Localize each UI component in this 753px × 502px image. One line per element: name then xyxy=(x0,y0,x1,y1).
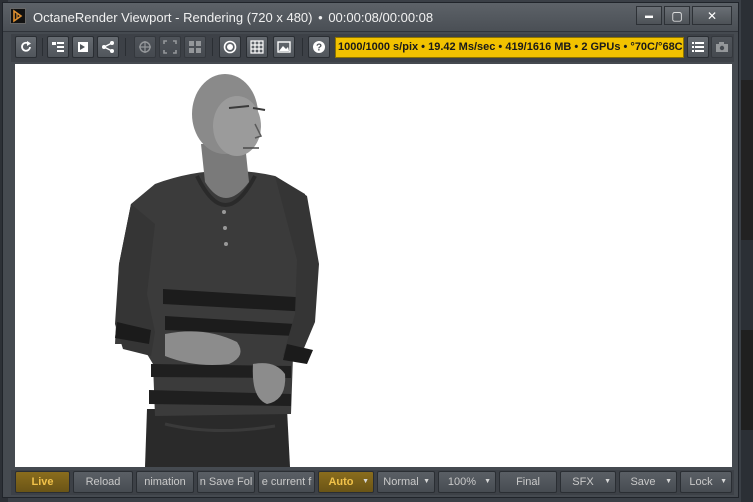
refresh-icon xyxy=(21,41,31,52)
toolbar-separator xyxy=(42,38,43,56)
help-button[interactable]: ? xyxy=(308,36,330,58)
region-button[interactable] xyxy=(159,36,181,58)
svg-text:?: ? xyxy=(316,43,322,54)
image-button[interactable] xyxy=(273,36,295,58)
zoom-dropdown[interactable]: 100% ▼ xyxy=(438,471,496,493)
render-viewport[interactable] xyxy=(15,64,732,467)
save-dropdown[interactable]: Save ▼ xyxy=(619,471,677,493)
final-button[interactable]: Final xyxy=(499,471,557,493)
chevron-down-icon: ▼ xyxy=(720,478,727,485)
outline-button[interactable] xyxy=(47,36,69,58)
render-time: 00:00:08/00:00:08 xyxy=(328,10,434,25)
normal-dropdown[interactable]: Normal ▼ xyxy=(377,471,435,493)
chevron-down-icon: ▼ xyxy=(604,478,611,485)
toolbar-separator xyxy=(125,38,126,56)
background-panel-right xyxy=(741,0,753,502)
live-button[interactable]: Live xyxy=(15,471,70,493)
grid-view-icon xyxy=(189,41,201,53)
focus-picker-button[interactable] xyxy=(134,36,156,58)
region-icon xyxy=(163,40,177,54)
render-resolution: (720 x 480) xyxy=(246,10,313,25)
list-icon xyxy=(692,42,704,52)
record-button[interactable] xyxy=(219,36,241,58)
octane-logo-icon xyxy=(10,8,26,24)
app-name: OctaneRender Viewport xyxy=(33,10,172,25)
save-folder-button[interactable]: n Save Fol xyxy=(197,471,255,493)
rendered-figure-image xyxy=(115,74,319,467)
viewport-bottom-bar: Live Reload nimation n Save Fol e curren… xyxy=(11,470,734,495)
title-bullet: • xyxy=(318,10,323,25)
octane-viewport-window: OctaneRender Viewport - Rendering (720 x… xyxy=(2,2,739,498)
share-icon xyxy=(102,41,114,53)
record-icon xyxy=(223,40,237,54)
viewport-toolbar: ? 1000/1000 s/pix • 19.42 Ms/sec • 419/1… xyxy=(11,34,734,62)
camera-icon xyxy=(716,42,728,52)
toolbar-separator xyxy=(302,38,303,56)
minimize-button[interactable]: ▬ xyxy=(636,6,662,25)
grid-view-button[interactable] xyxy=(184,36,206,58)
auto-dropdown[interactable]: Auto ▼ xyxy=(318,471,374,493)
refresh-button[interactable] xyxy=(15,36,37,58)
grid-button[interactable] xyxy=(246,36,268,58)
title-bar[interactable]: OctaneRender Viewport - Rendering (720 x… xyxy=(3,3,738,32)
chevron-down-icon: ▼ xyxy=(423,478,430,485)
close-icon: ✕ xyxy=(706,8,718,23)
save-dropdown-label: Save xyxy=(630,476,656,488)
toolbar-separator xyxy=(212,38,213,56)
normal-dropdown-label: Normal xyxy=(383,476,419,488)
minimize-icon: ▬ xyxy=(645,10,653,20)
outline-icon xyxy=(52,42,64,52)
pick-button[interactable] xyxy=(72,36,94,58)
current-frame-button[interactable]: e current f xyxy=(258,471,315,493)
lock-dropdown-label: Lock xyxy=(689,476,713,488)
chevron-down-icon: ▼ xyxy=(665,478,672,485)
lock-dropdown[interactable]: Lock ▼ xyxy=(680,471,732,493)
camera-button[interactable] xyxy=(711,36,733,58)
background-thumbnail xyxy=(741,80,753,240)
grid-icon xyxy=(250,40,264,54)
image-icon xyxy=(277,41,291,53)
sfx-dropdown[interactable]: SFX ▼ xyxy=(560,471,616,493)
auto-dropdown-label: Auto xyxy=(328,476,354,488)
reload-button[interactable]: Reload xyxy=(73,471,133,493)
focus-picker-icon xyxy=(139,41,151,53)
share-button[interactable] xyxy=(97,36,119,58)
animation-button[interactable]: nimation xyxy=(136,471,194,493)
zoom-dropdown-label: 100% xyxy=(447,476,477,488)
window-title: OctaneRender Viewport - Rendering (720 x… xyxy=(33,10,433,25)
close-button[interactable]: ✕ xyxy=(692,6,732,25)
render-status-bar: 1000/1000 s/pix • 19.42 Ms/sec • 419/161… xyxy=(335,37,684,58)
maximize-icon: ▢ xyxy=(671,8,683,23)
background-thumbnail xyxy=(741,330,753,430)
maximize-button[interactable]: ▢ xyxy=(664,6,690,25)
chevron-down-icon: ▼ xyxy=(362,478,369,485)
title-separator: - xyxy=(175,10,180,25)
list-button[interactable] xyxy=(687,36,709,58)
sfx-dropdown-label: SFX xyxy=(572,476,594,488)
chevron-down-icon: ▼ xyxy=(484,478,491,485)
render-state: Rendering xyxy=(183,10,244,25)
pick-icon xyxy=(78,42,88,52)
help-icon: ? xyxy=(313,41,325,54)
